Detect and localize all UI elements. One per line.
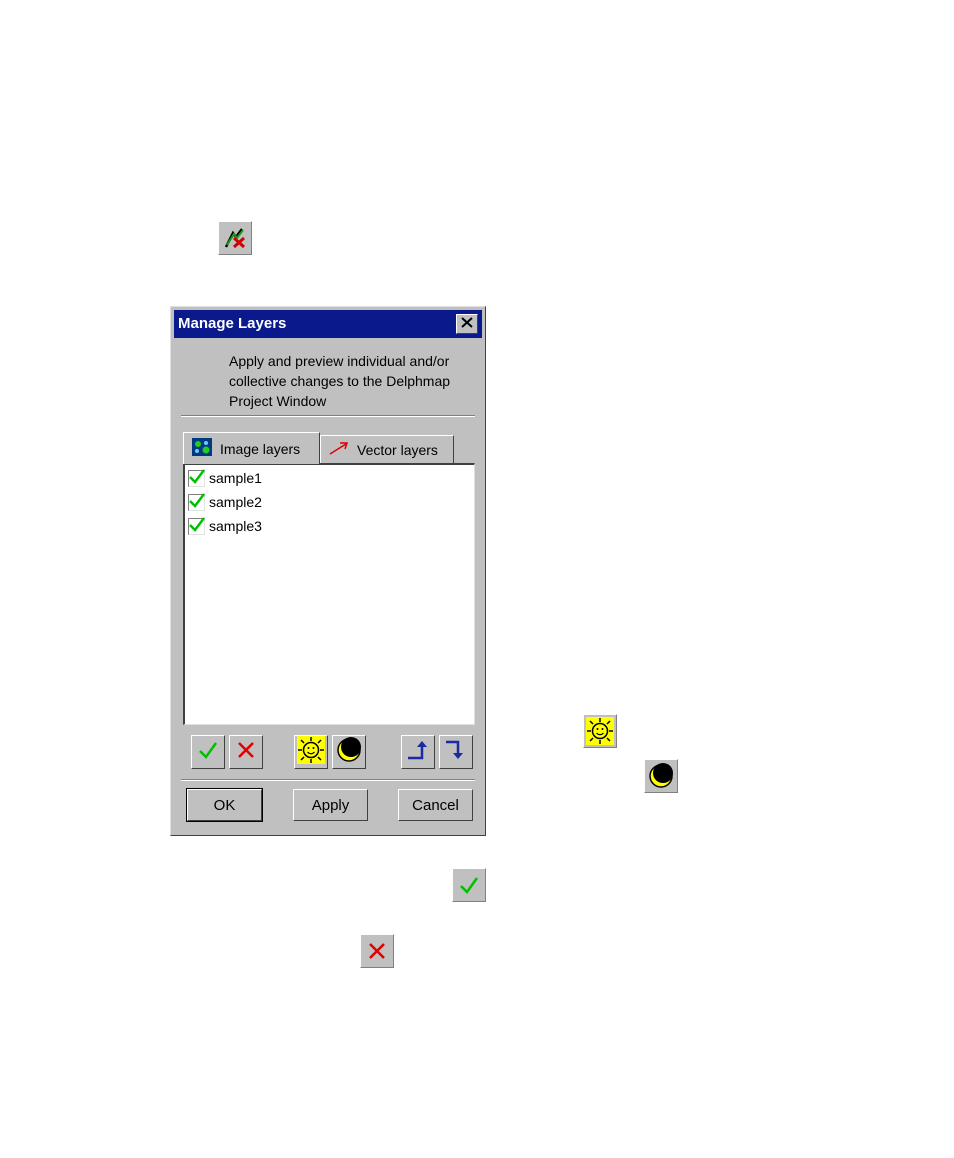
tab-vector-layers-label: Vector layers	[357, 441, 438, 458]
close-button[interactable]	[456, 314, 478, 334]
check-all-button[interactable]	[191, 735, 225, 769]
uncheck-all-button[interactable]	[229, 735, 263, 769]
dialog-description: Apply and preview individual and/or coll…	[229, 353, 451, 409]
hide-all-moon-icon	[336, 736, 362, 768]
manage-layers-dialog: Manage Layers Apply and preview individu…	[170, 306, 486, 836]
check-all-icon	[197, 739, 219, 766]
tab-vector-layers[interactable]: Vector layers	[320, 435, 454, 463]
show-all-button[interactable]	[294, 735, 328, 769]
layer-checkbox[interactable]	[188, 492, 205, 511]
cancel-button[interactable]: Cancel	[398, 789, 473, 821]
list-item[interactable]: sample1	[188, 467, 262, 489]
image-layers-icon	[192, 438, 212, 459]
apply-button[interactable]: Apply	[293, 789, 368, 821]
layer-name: sample3	[209, 518, 262, 534]
moon-icon	[644, 759, 678, 793]
move-down-icon	[444, 738, 468, 767]
uncheck-all-icon	[236, 740, 256, 765]
title-bar: Manage Layers	[174, 310, 482, 338]
move-up-button[interactable]	[401, 735, 435, 769]
layer-checkbox[interactable]	[188, 516, 205, 535]
cross-icon	[360, 934, 394, 968]
vector-arrow-icon	[329, 441, 349, 458]
sun-icon	[583, 714, 617, 748]
tab-image-layers-label: Image layers	[220, 440, 301, 457]
show-all-sun-icon	[297, 735, 325, 769]
divider	[181, 415, 475, 417]
layer-name: sample2	[209, 494, 262, 510]
ok-button[interactable]: OK	[186, 788, 263, 822]
layer-list[interactable]: sample1 sample2 sample3	[183, 463, 475, 725]
move-down-button[interactable]	[439, 735, 473, 769]
list-item[interactable]: sample2	[188, 491, 262, 513]
tab-image-layers[interactable]: Image layers	[183, 432, 320, 464]
layer-name: sample1	[209, 470, 262, 486]
close-icon	[461, 315, 473, 333]
layer-checkbox[interactable]	[188, 468, 205, 487]
dialog-title: Manage Layers	[178, 315, 287, 332]
manage-layers-tool-icon	[218, 221, 252, 255]
check-icon	[452, 868, 486, 902]
divider	[181, 779, 475, 781]
hide-all-button[interactable]	[332, 735, 366, 769]
list-item[interactable]: sample3	[188, 515, 262, 537]
move-up-icon	[406, 738, 430, 767]
